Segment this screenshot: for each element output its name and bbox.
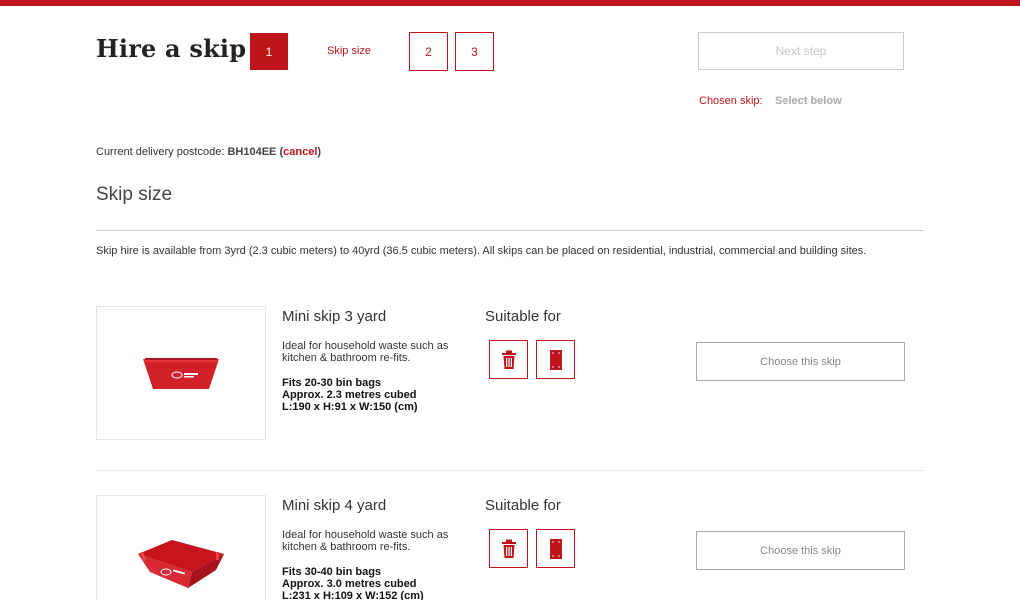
skip-specs: Fits 30-40 bin bags Approx. 3.0 metres c… bbox=[282, 566, 424, 600]
suitable-for-heading: Suitable for bbox=[485, 308, 561, 325]
skip-spec-bags: Fits 20-30 bin bags bbox=[282, 377, 382, 389]
skip-divider bbox=[96, 470, 924, 471]
postcode-prefix: Current delivery postcode: bbox=[96, 146, 225, 158]
delivery-postcode: Current delivery postcode: BH104EE (canc… bbox=[96, 146, 321, 158]
skip-image bbox=[96, 495, 266, 600]
section-title: Skip size bbox=[96, 184, 173, 205]
chosen-skip-value: Select below bbox=[775, 95, 842, 107]
next-step-button[interactable]: Next step bbox=[698, 32, 904, 70]
skip-description: Ideal for household waste such as kitche… bbox=[282, 529, 449, 553]
skip-name: Mini skip 3 yard bbox=[282, 308, 387, 325]
bin-icon bbox=[489, 529, 528, 568]
skip-spec-dimensions: L:190 x H:91 x W:150 (cm) bbox=[282, 401, 418, 413]
choose-skip-button[interactable]: Choose this skip bbox=[696, 342, 905, 381]
section-divider bbox=[96, 230, 924, 231]
intro-text: Skip hire is available from 3yrd (2.3 cu… bbox=[96, 245, 867, 257]
skip-spec-volume: Approx. 2.3 metres cubed bbox=[282, 389, 417, 401]
door-icon bbox=[536, 340, 575, 379]
door-icon bbox=[536, 529, 575, 568]
bin-icon bbox=[489, 340, 528, 379]
step-1-button[interactable]: 1 bbox=[250, 33, 288, 70]
skip-specs: Fits 20-30 bin bags Approx. 2.3 metres c… bbox=[282, 377, 418, 413]
step-3-button[interactable]: 3 bbox=[455, 32, 494, 71]
mini-skip-3-yard-image bbox=[143, 358, 219, 389]
skip-image bbox=[96, 306, 266, 440]
mini-skip-4-yard-image bbox=[138, 540, 224, 588]
skip-name: Mini skip 4 yard bbox=[282, 497, 387, 514]
postcode-paren-close: ) bbox=[317, 146, 322, 158]
suitable-for-heading: Suitable for bbox=[485, 497, 561, 514]
step-2-button[interactable]: 2 bbox=[409, 32, 448, 71]
skip-description: Ideal for household waste such as kitche… bbox=[282, 340, 449, 364]
choose-skip-button[interactable]: Choose this skip bbox=[696, 531, 905, 570]
skip-spec-bags: Fits 30-40 bin bags bbox=[282, 566, 382, 578]
cancel-postcode-link[interactable]: cancel bbox=[283, 146, 317, 158]
skip-spec-dimensions: L:231 x H:109 x W:152 (cm) bbox=[282, 590, 424, 600]
skip-spec-volume: Approx. 3.0 metres cubed bbox=[282, 578, 417, 590]
postcode-value: BH104EE bbox=[227, 146, 277, 158]
chosen-skip-label: Chosen skip: bbox=[699, 95, 763, 107]
page-title: Hire a skip bbox=[96, 34, 247, 63]
top-accent-bar bbox=[0, 0, 1020, 6]
step-1-label: Skip size bbox=[327, 45, 372, 57]
